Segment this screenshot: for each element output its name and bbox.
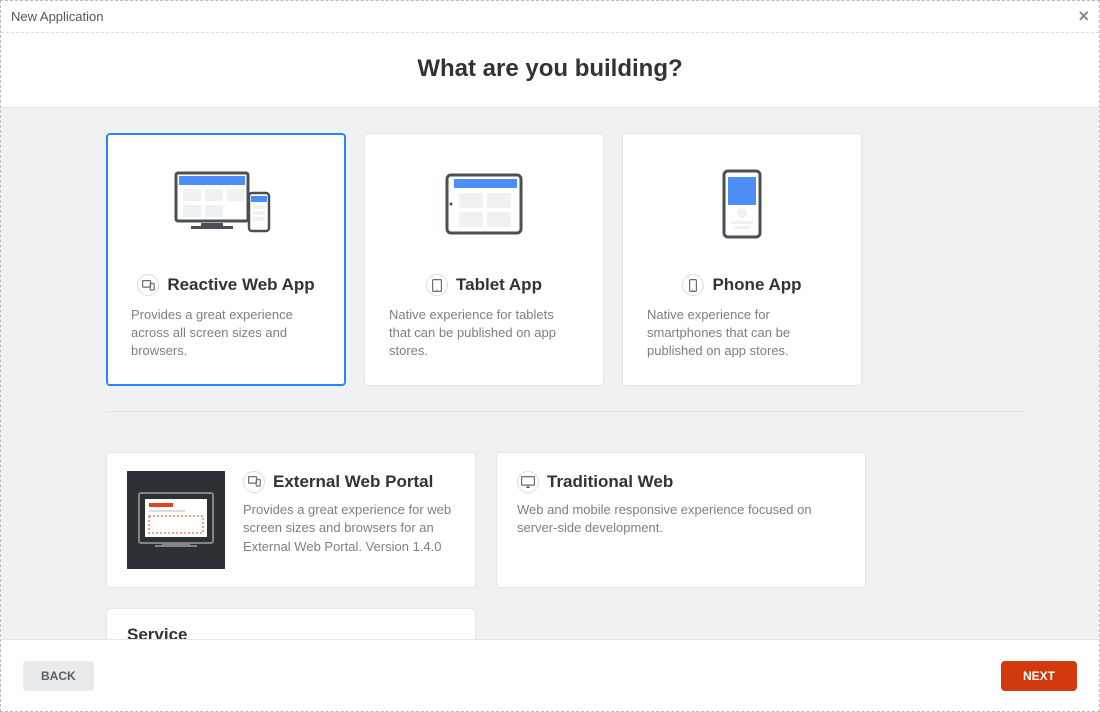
devices-illustration-icon: [171, 164, 281, 244]
tertiary-options-row: Service: [106, 608, 1026, 639]
card-title: Reactive Web App: [167, 275, 314, 295]
next-button[interactable]: NEXT: [1001, 661, 1077, 691]
monitor-icon: [517, 471, 539, 493]
card-title: Phone App: [712, 275, 801, 295]
dialog-heading: What are you building?: [1, 55, 1099, 83]
devices-icon: [137, 274, 159, 296]
card-title: Traditional Web: [547, 472, 673, 492]
card-description: Native experience for smartphones that c…: [643, 306, 841, 361]
card-description: Web and mobile responsive experience foc…: [517, 501, 845, 539]
option-card-external-portal[interactable]: External Web Portal Provides a great exp…: [106, 452, 476, 588]
dialog-header: What are you building?: [1, 33, 1099, 108]
dialog-titlebar: New Application ×: [1, 1, 1099, 33]
close-icon[interactable]: ×: [1078, 6, 1089, 27]
primary-options-row: Reactive Web App Provides a great experi…: [106, 133, 1026, 386]
phone-icon: [682, 274, 704, 296]
secondary-options-row: External Web Portal Provides a great exp…: [106, 452, 1026, 588]
external-portal-thumb-icon: [127, 471, 225, 569]
dialog-title: New Application: [11, 9, 104, 24]
card-description: Native experience for tablets that can b…: [385, 306, 583, 361]
back-button[interactable]: BACK: [23, 661, 94, 691]
card-description: Provides a great experience across all s…: [127, 306, 325, 361]
dialog-body[interactable]: Reactive Web App Provides a great experi…: [1, 108, 1099, 639]
option-card-tablet[interactable]: Tablet App Native experience for tablets…: [364, 133, 604, 386]
card-title: Tablet App: [456, 275, 542, 295]
dialog-new-application: New Application × What are you building?: [0, 0, 1100, 712]
card-title: External Web Portal: [273, 472, 433, 492]
card-description: Provides a great experience for web scre…: [243, 501, 455, 558]
phone-illustration-icon: [721, 164, 763, 244]
section-divider: [106, 411, 1026, 412]
tablet-illustration-icon: [445, 164, 523, 244]
tablet-icon: [426, 274, 448, 296]
option-card-traditional-web[interactable]: Traditional Web Web and mobile responsiv…: [496, 452, 866, 588]
option-card-phone[interactable]: Phone App Native experience for smartpho…: [622, 133, 862, 386]
dialog-footer: BACK NEXT: [1, 639, 1099, 711]
devices-icon: [243, 471, 265, 493]
option-card-service[interactable]: Service: [106, 608, 476, 639]
card-title: Service: [127, 625, 188, 639]
option-card-reactive[interactable]: Reactive Web App Provides a great experi…: [106, 133, 346, 386]
